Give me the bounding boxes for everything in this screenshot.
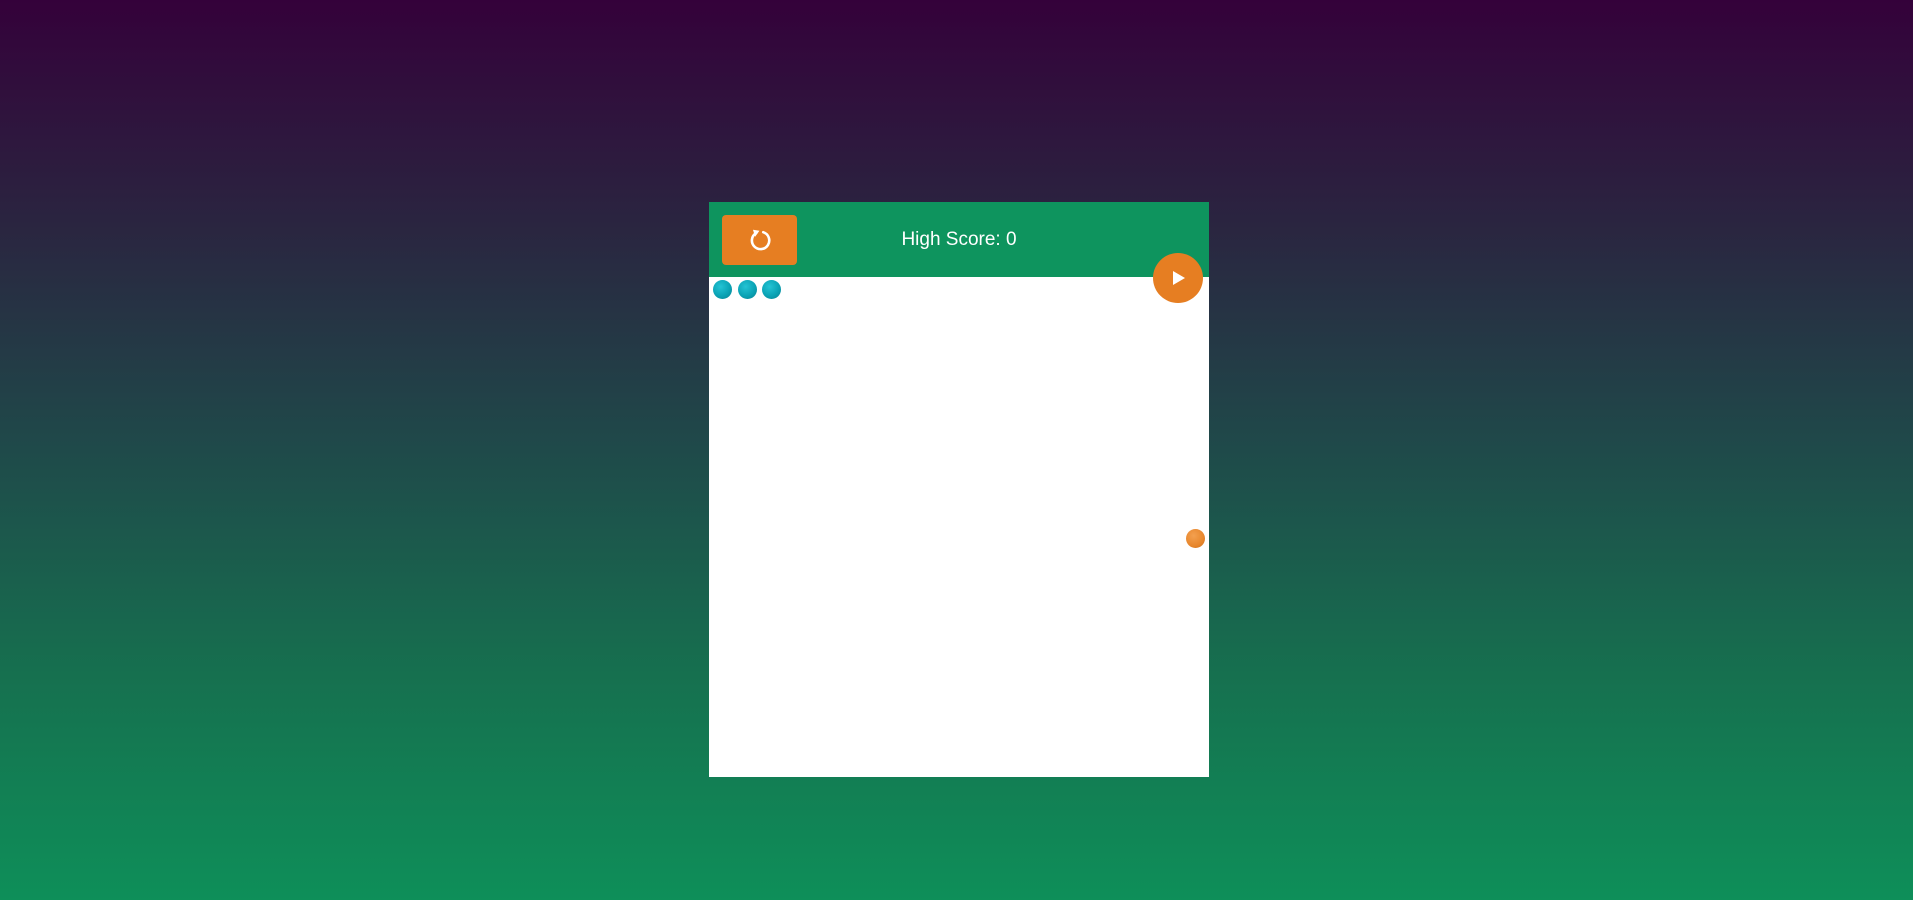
target-ball[interactable] — [1186, 529, 1205, 548]
life-ball — [738, 280, 757, 299]
life-ball — [713, 280, 732, 299]
play-icon — [1173, 271, 1185, 285]
high-score: High Score: 0 — [901, 229, 1017, 250]
game-header: High Score: 0 — [709, 202, 1209, 277]
restart-button[interactable] — [722, 215, 797, 265]
life-ball — [762, 280, 781, 299]
play-button[interactable] — [1153, 253, 1203, 303]
restart-icon — [750, 229, 770, 251]
game-board[interactable]: High Score: 0 — [709, 202, 1209, 777]
